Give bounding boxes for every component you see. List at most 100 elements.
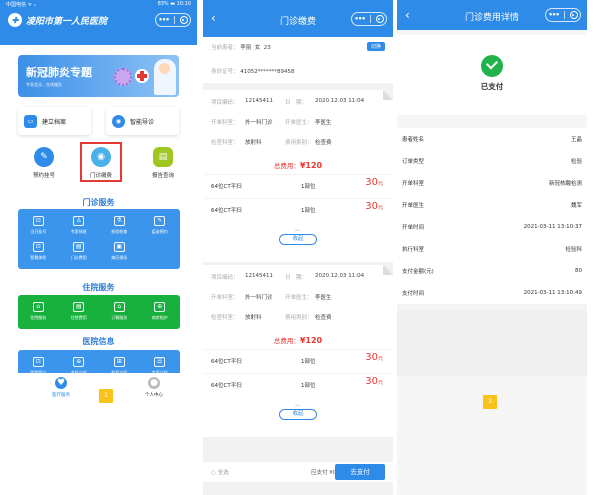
- order-card: 项目编码： 12145411 日 期： 2020.12.03 11:04 开单科室： 外一…: [203, 90, 393, 262]
- fee-item-price-value: 30: [365, 177, 378, 188]
- fee-item-price: 30元: [365, 352, 383, 363]
- detail-key: 支付金额(元): [402, 269, 434, 275]
- doctor-illustration-icon: [154, 59, 176, 95]
- close-circle-icon[interactable]: [375, 15, 384, 23]
- fee-item-price: 30元: [365, 201, 383, 212]
- collapse-button[interactable]: 收起: [279, 409, 317, 420]
- inpatient-item[interactable]: ▤ 住院费用: [59, 299, 100, 325]
- close-circle-icon[interactable]: [569, 11, 578, 19]
- tab-personal-center[interactable]: ● 个人中心: [134, 377, 174, 398]
- fee-item-row: 64位CT平扫 1部位 30元: [203, 198, 393, 218]
- tab-medical-service[interactable]: ♥ 医疗服务: [41, 377, 81, 398]
- order-card: 项目编码： 12145411 日 期： 2020.12.03 11:04 开单科室： 外一…: [203, 265, 393, 437]
- inpatient-item-label: 病房陪护: [151, 315, 168, 320]
- total-amount: ¥120: [299, 161, 323, 170]
- id-key: 身份证号：: [211, 69, 239, 75]
- order-field-value: 检查费: [315, 140, 332, 146]
- guide-icon: ◉: [112, 114, 125, 128]
- detail-value: 检验科: [565, 247, 582, 253]
- collapse-arrow-icon: ︿: [295, 402, 301, 408]
- report-query-button[interactable]: ▤ 报告查询: [140, 147, 186, 179]
- outpatient-grid: ⊡ 当日挂号 ♙ 专家排班 ⚗ 检验检查 ✎ 疫苗预约 ⊡ 智慧体检 ▤ 门诊费用 ▣ 病历指导: [18, 209, 180, 269]
- patient-key: 当前患者：: [211, 45, 239, 51]
- close-circle-icon[interactable]: [179, 16, 188, 24]
- outpatient-item-icon: ♙: [73, 216, 85, 226]
- miniapp-capsule[interactable]: •••: [351, 12, 387, 26]
- id-row: 身份证号： 41052*******89458: [203, 67, 393, 75]
- more-icon[interactable]: •••: [354, 15, 365, 23]
- fee-item-price-value: 30: [365, 201, 378, 212]
- outpatient-item[interactable]: ⊡ 智慧体检: [18, 239, 59, 265]
- covid-banner[interactable]: 新冠肺炎专题 专家会诊，在线服务: [18, 55, 179, 97]
- more-icon[interactable]: •••: [158, 16, 169, 24]
- detail-row: 患者姓名 王晶: [397, 128, 587, 150]
- detail-value: 魏军: [570, 203, 582, 209]
- outpatient-item-label: 当日挂号: [30, 229, 47, 234]
- outpatient-item-icon: ▤: [73, 242, 85, 252]
- hospital-title: ✚ 凌阳市第一人民医院: [8, 13, 107, 27]
- status-carrier: 中国电信 ᯤ ᵢₗ: [6, 2, 36, 8]
- step-marker: 3: [483, 395, 497, 409]
- order-field-value: 放射科: [245, 315, 262, 321]
- select-all-checkbox[interactable]: ○ 全选: [211, 468, 229, 476]
- collapse-button[interactable]: 收起: [279, 234, 317, 245]
- detail-value: 2021-03-11 13:10:37: [523, 224, 582, 230]
- fee-item-row: 64位CT平扫 1部位 30元: [203, 349, 393, 369]
- go-pay-button[interactable]: 去支付: [335, 464, 385, 480]
- home-header: 中国电信 ᯤ ᵢₗ 83% ▬ 10:10 ✚ 凌阳市第一人民医院 •••: [0, 0, 197, 45]
- outpatient-item[interactable]: ▣ 病历指导: [99, 239, 140, 265]
- detail-key: 开单医生: [402, 203, 425, 209]
- detail-row: 执行科室 检验科: [397, 238, 587, 260]
- fee-item-price-unit: 元: [377, 205, 383, 211]
- order-field-key: 开单医生：: [285, 120, 313, 126]
- miniapp-capsule[interactable]: •••: [545, 8, 581, 22]
- more-icon[interactable]: •••: [548, 11, 559, 19]
- blank-area: [397, 310, 587, 376]
- outpatient-item-label: 智慧体检: [30, 255, 47, 260]
- outpatient-section-title: 门诊服务: [82, 198, 115, 207]
- order-field-key: 费用类别：: [285, 315, 313, 321]
- order-field-key: 费用类别：: [285, 140, 313, 146]
- inpatient-item[interactable]: ⌂ 订餐服务: [99, 299, 140, 325]
- order-field-key: 检查科室：: [211, 315, 239, 321]
- smart-guide-button[interactable]: ◉ 智能导诊: [106, 107, 179, 135]
- order-field-key: 开单医生：: [285, 295, 313, 301]
- order-field-value: 李医生: [315, 120, 332, 126]
- info-item-icon: ☰: [154, 357, 166, 367]
- detail-value: 新冠核酸检测: [548, 181, 582, 187]
- fee-item-price-unit: 元: [377, 380, 383, 386]
- outpatient-item-label: 疫苗预约: [151, 229, 168, 234]
- switch-patient-button[interactable]: 切换: [366, 42, 385, 51]
- success-check-icon: [481, 55, 503, 77]
- fold-corner-icon: [383, 265, 393, 275]
- appointment-button[interactable]: ✎ 预约挂号: [21, 147, 67, 179]
- outpatient-item[interactable]: ⊡ 当日挂号: [18, 213, 59, 239]
- create-archive-button[interactable]: ▭ 建立档案: [18, 107, 91, 135]
- id-number: 41052*******89458: [240, 69, 295, 75]
- outpatient-item[interactable]: ⚗ 检验检查: [99, 213, 140, 239]
- pay-bar: ○ 全选 应支付 ¥0.00 去支付: [203, 462, 393, 482]
- outpatient-item-icon: ✎: [154, 216, 166, 226]
- patient-card: 当前患者： 李丽 女 23 身份证号： 41052*******89458: [203, 37, 393, 83]
- outpatient-item[interactable]: ▤ 门诊费用: [59, 239, 100, 265]
- order-field-value: 检查费: [315, 315, 332, 321]
- inpatient-item[interactable]: ⌂ 住院服务: [18, 299, 59, 325]
- detail-row: 开单时间 2021-03-11 13:10:37: [397, 216, 587, 238]
- miniapp-capsule[interactable]: •••: [155, 13, 191, 27]
- patient-name: 李丽: [240, 45, 252, 51]
- fee-item-count: 1部位: [301, 383, 316, 389]
- tab-medical-service-label: 医疗服务: [52, 393, 70, 398]
- detail-row: 开单科室 新冠核酸检测: [397, 172, 587, 194]
- order-field-value: 2020.12.03 11:04: [315, 98, 365, 104]
- patient-row: 当前患者： 李丽 女 23: [203, 43, 393, 51]
- outpatient-item-label: 检验检查: [111, 229, 128, 234]
- outpatient-item-icon: ⊡: [32, 242, 44, 252]
- inpatient-item[interactable]: ⊕ 病房陪护: [140, 299, 181, 325]
- fee-detail-screen: ‹ 门诊费用详情 ••• 已支付 患者姓名 王晶 订单类型 检验 开单科室 新冠核酸检测开…: [397, 0, 587, 495]
- outpatient-item[interactable]: ✎ 疫苗预约: [140, 213, 181, 239]
- banner-title: 新冠肺炎专题: [26, 66, 92, 79]
- home-screen: 中国电信 ᯤ ᵢₗ 83% ▬ 10:10 ✚ 凌阳市第一人民医院 ••• 新冠…: [0, 0, 197, 495]
- detail-key: 执行科室: [402, 247, 425, 253]
- person-icon: ●: [148, 377, 160, 389]
- outpatient-item[interactable]: ♙ 专家排班: [59, 213, 100, 239]
